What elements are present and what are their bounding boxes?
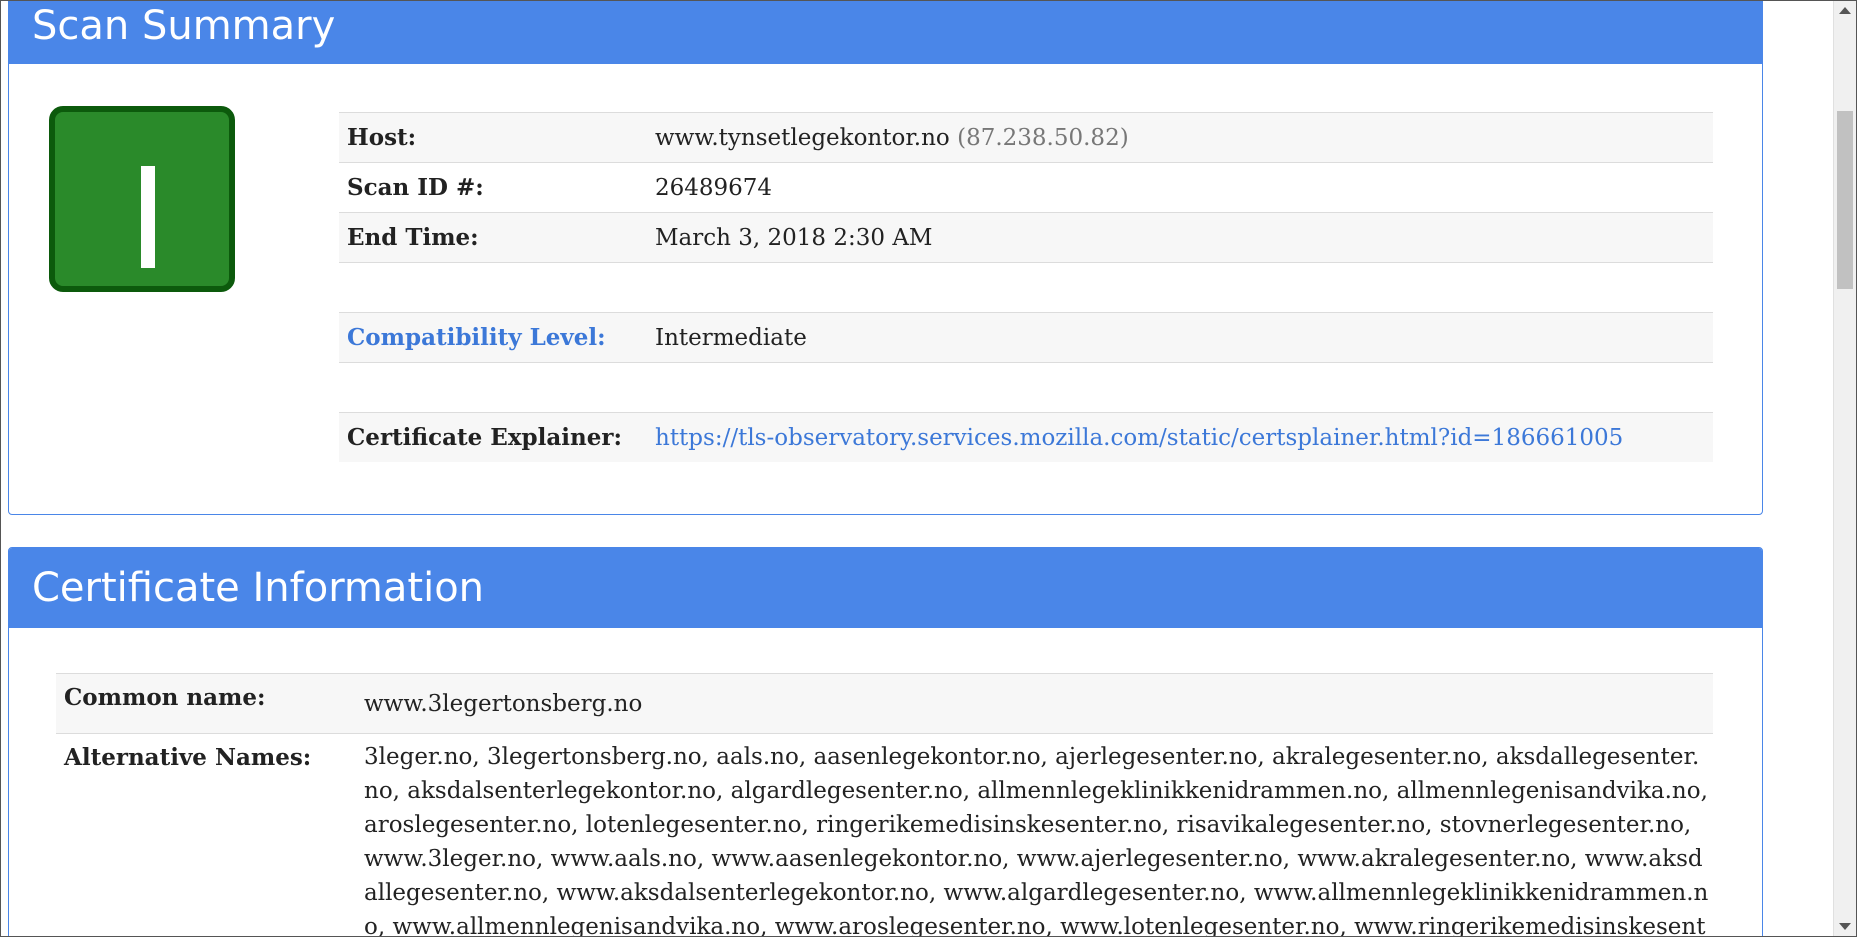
common-name-label: Common name: [56,673,356,734]
alt-names-row: Alternative Names: 3leger.no, 3legertons… [56,733,1713,936]
spacer-row [339,262,1713,313]
scroll-down-arrow-icon[interactable] [1839,923,1851,930]
grade-letter-i [141,166,155,268]
host-value-cell: www.tynsetlegekontor.no (87.238.50.82) [647,112,1713,163]
common-name-row: Common name: www.3legertonsberg.no [56,673,1713,734]
host-ip: (87.238.50.82) [957,124,1129,151]
alt-names-label: Alternative Names: [56,733,356,936]
compatibility-level-link[interactable]: Compatibility Level: [339,312,647,363]
scroll-up-arrow-icon[interactable] [1839,7,1851,14]
end-time-value: March 3, 2018 2:30 AM [647,212,1713,263]
common-name-value: www.3legertonsberg.no [356,673,1713,734]
scroll-thumb[interactable] [1837,111,1853,289]
grade-badge-icon [49,106,235,292]
spacer-row [339,362,1713,413]
host-row: Host: www.tynsetlegekontor.no (87.238.50… [339,112,1713,163]
certificate-information-heading: Certificate Information [9,548,1762,628]
alt-names-value: 3leger.no, 3legertonsberg.no, aals.no, a… [356,733,1713,936]
end-time-row: End Time: March 3, 2018 2:30 AM [339,212,1713,263]
compatibility-row: Compatibility Level: Intermediate [339,312,1713,363]
scan-summary-heading: Scan Summary [9,1,1762,64]
end-time-label: End Time: [339,212,647,263]
cert-explainer-cell: https://tls-observatory.services.mozilla… [647,412,1713,462]
host-value: www.tynsetlegekontor.no [655,124,950,151]
certificate-table: Common name: www.3legertonsberg.no Alter… [56,673,1713,936]
browser-viewport: Scan Summary Host: www.tynsetlegekontor.… [0,0,1857,937]
scan-summary-table: Host: www.tynsetlegekontor.no (87.238.50… [339,112,1713,462]
scan-id-value: 26489674 [647,162,1713,213]
vertical-scrollbar[interactable] [1833,1,1856,936]
scan-id-label: Scan ID #: [339,162,647,213]
scan-id-row: Scan ID #: 26489674 [339,162,1713,213]
host-label: Host: [339,112,647,163]
compatibility-level-value: Intermediate [647,312,1713,363]
cert-explainer-link[interactable]: https://tls-observatory.services.mozilla… [655,425,1623,451]
cert-explainer-row: Certificate Explainer: https://tls-obser… [339,412,1713,462]
cert-explainer-label: Certificate Explainer: [339,412,647,462]
